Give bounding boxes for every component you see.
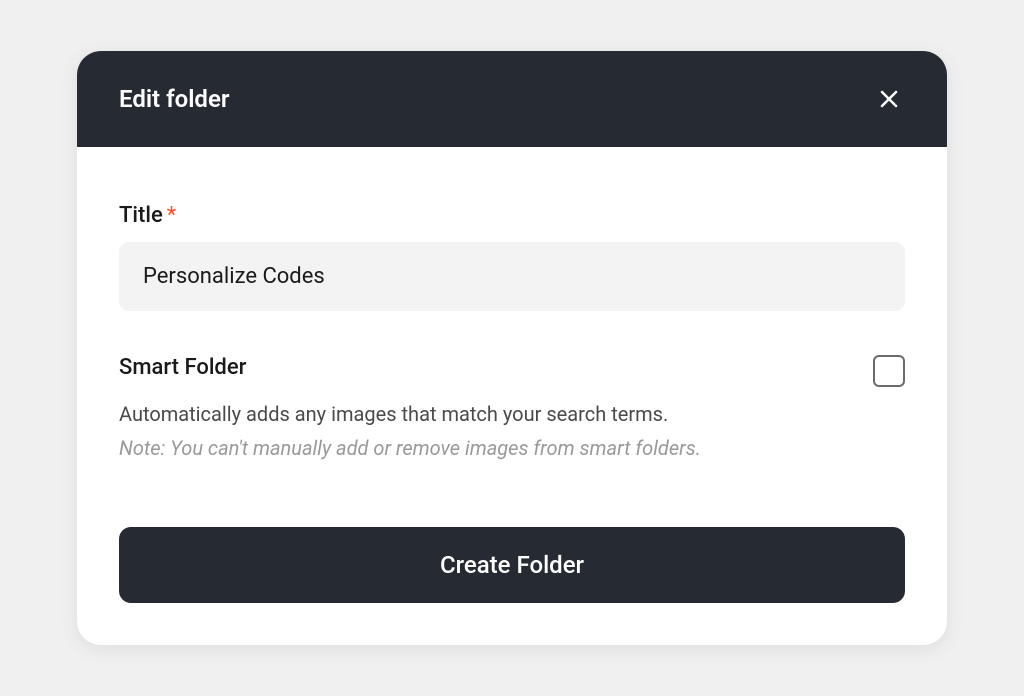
- title-label-row: Title*: [119, 203, 905, 228]
- modal-body: Title* Smart Folder Automatically adds a…: [77, 147, 947, 645]
- close-icon: [877, 87, 901, 111]
- title-field-group: Title*: [119, 203, 905, 311]
- smart-folder-description: Automatically adds any images that match…: [119, 399, 905, 429]
- create-folder-button[interactable]: Create Folder: [119, 527, 905, 603]
- smart-folder-note: Note: You can't manually add or remove i…: [119, 433, 905, 463]
- required-indicator: *: [167, 203, 176, 228]
- close-button[interactable]: [873, 83, 905, 115]
- modal-header: Edit folder: [77, 51, 947, 147]
- smart-folder-header-row: Smart Folder: [119, 355, 905, 387]
- edit-folder-modal: Edit folder Title* Smart Folder Automati…: [77, 51, 947, 645]
- title-input[interactable]: [119, 242, 905, 311]
- smart-folder-checkbox[interactable]: [873, 355, 905, 387]
- smart-folder-label: Smart Folder: [119, 355, 246, 380]
- title-label: Title: [119, 203, 163, 228]
- modal-title: Edit folder: [119, 85, 230, 113]
- smart-folder-section: Smart Folder Automatically adds any imag…: [119, 355, 905, 463]
